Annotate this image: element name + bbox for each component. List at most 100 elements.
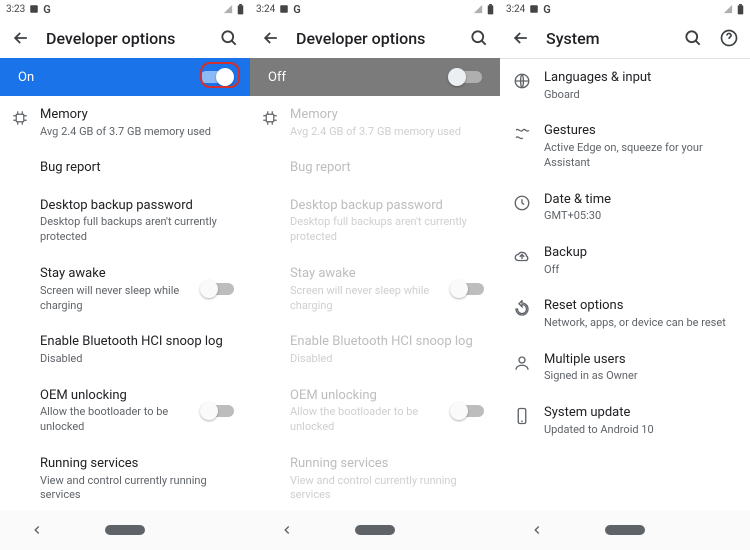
status-bar: 3:23 G	[0, 0, 250, 18]
nav-bar	[250, 510, 500, 550]
master-toggle-banner[interactable]: Off	[250, 58, 500, 96]
settings-item[interactable]: Multiple usersSigned in as Owner	[500, 341, 750, 394]
person-icon	[512, 353, 532, 373]
battery-icon	[237, 4, 244, 15]
page-title: Developer options	[296, 29, 454, 48]
page-title: System	[546, 29, 668, 48]
item-title: Memory	[290, 106, 484, 124]
settings-item[interactable]: MemoryAvg 2.4 GB of 3.7 GB memory used	[0, 96, 250, 149]
item-subtitle: View and control currently running servi…	[290, 474, 484, 504]
settings-list: MemoryAvg 2.4 GB of 3.7 GB memory used Bu…	[250, 96, 500, 510]
help-button[interactable]	[718, 27, 740, 49]
app-bar: Developer options	[0, 18, 250, 58]
search-button[interactable]	[218, 27, 240, 49]
settings-item[interactable]: MemoryAvg 2.4 GB of 3.7 GB memory used	[250, 96, 500, 149]
back-button[interactable]	[260, 27, 282, 49]
nav-bar-row	[0, 510, 750, 550]
master-toggle-label: On	[18, 70, 200, 85]
settings-item[interactable]: Enable Bluetooth HCI snoop logDisabled	[0, 323, 250, 376]
cloud-icon	[512, 246, 532, 266]
nav-back-icon[interactable]	[30, 523, 44, 537]
back-button[interactable]	[510, 27, 532, 49]
google-g-icon: G	[543, 3, 551, 16]
item-subtitle: Active Edge on, squeeze for your Assista…	[544, 141, 734, 171]
settings-list: Languages & inputGboardGesturesActive Ed…	[500, 59, 750, 448]
status-bar: 3:24 G	[250, 0, 500, 18]
settings-item[interactable]: OEM unlockingAllow the bootloader to be …	[250, 377, 500, 445]
settings-item[interactable]: Running servicesView and control current…	[250, 445, 500, 510]
settings-item[interactable]: Desktop backup passwordDesktop full back…	[0, 187, 250, 255]
picture-icon	[279, 4, 289, 14]
nav-back-icon[interactable]	[280, 523, 294, 537]
item-title: Desktop backup password	[290, 197, 484, 215]
settings-item[interactable]: Languages & inputGboard	[500, 59, 750, 112]
settings-item[interactable]: System updateUpdated to Android 10	[500, 394, 750, 447]
item-title: Bug report	[290, 159, 484, 177]
item-toggle-switch[interactable]	[202, 403, 234, 419]
item-title: Multiple users	[544, 351, 734, 369]
settings-item[interactable]: Bug report	[0, 149, 250, 187]
google-g-icon: G	[43, 3, 51, 16]
settings-item[interactable]: BackupOff	[500, 234, 750, 287]
settings-item[interactable]: GesturesActive Edge on, squeeze for your…	[500, 112, 750, 180]
panel-dev-on: 3:23 G Developer options On MemoryAvg 2.…	[0, 0, 250, 510]
item-title: OEM unlocking	[290, 387, 450, 405]
settings-item[interactable]: Stay awakeScreen will never sleep while …	[250, 255, 500, 323]
status-time: 3:24	[256, 4, 275, 15]
item-subtitle: Avg 2.4 GB of 3.7 GB memory used	[290, 125, 484, 140]
phone-icon	[512, 406, 532, 426]
settings-item[interactable]: Stay awakeScreen will never sleep while …	[0, 255, 250, 323]
reset-icon	[512, 299, 532, 319]
battery-icon	[487, 4, 494, 15]
settings-item[interactable]: Bug report	[250, 149, 500, 187]
item-subtitle: Disabled	[40, 352, 234, 367]
item-toggle-switch[interactable]	[202, 281, 234, 297]
item-title: Bug report	[40, 159, 234, 177]
memory-chip-icon	[10, 108, 30, 128]
item-subtitle: Screen will never sleep while charging	[40, 284, 200, 314]
item-title: Enable Bluetooth HCI snoop log	[40, 333, 234, 351]
item-title: Date & time	[544, 191, 734, 209]
gesture-icon	[512, 124, 532, 144]
item-subtitle: Avg 2.4 GB of 3.7 GB memory used	[40, 125, 234, 140]
picture-icon	[529, 4, 539, 14]
item-title: Reset options	[544, 297, 734, 315]
item-title: Stay awake	[40, 265, 200, 283]
nav-back-icon[interactable]	[530, 523, 544, 537]
settings-item[interactable]: OEM unlockingAllow the bootloader to be …	[0, 377, 250, 445]
item-subtitle: Gboard	[544, 88, 734, 103]
battery-icon	[737, 4, 744, 15]
master-toggle-banner[interactable]: On	[0, 58, 250, 96]
item-subtitle: Allow the bootloader to be unlocked	[40, 405, 200, 435]
google-g-icon: G	[293, 3, 301, 16]
nav-home-pill[interactable]	[605, 525, 645, 535]
globe-icon	[512, 71, 532, 91]
nav-home-pill[interactable]	[355, 525, 395, 535]
master-toggle-switch[interactable]	[450, 69, 482, 85]
item-title: Backup	[544, 244, 734, 262]
item-title: Memory	[40, 106, 234, 124]
search-button[interactable]	[468, 27, 490, 49]
settings-item[interactable]: Reset optionsNetwork, apps, or device ca…	[500, 287, 750, 340]
settings-item[interactable]: Date & timeGMT+05:30	[500, 181, 750, 234]
item-toggle-switch[interactable]	[452, 281, 484, 297]
item-subtitle: Disabled	[290, 352, 484, 367]
item-title: Languages & input	[544, 69, 734, 87]
settings-item[interactable]: Running servicesView and control current…	[0, 445, 250, 510]
master-toggle-switch[interactable]	[200, 69, 232, 85]
item-toggle-switch[interactable]	[452, 403, 484, 419]
nav-home-pill[interactable]	[105, 525, 145, 535]
status-bar: 3:24 G	[500, 0, 750, 18]
back-button[interactable]	[10, 27, 32, 49]
page-title: Developer options	[46, 29, 204, 48]
item-subtitle: Allow the bootloader to be unlocked	[290, 405, 450, 435]
settings-item[interactable]: Desktop backup passwordDesktop full back…	[250, 187, 500, 255]
item-title: System update	[544, 404, 734, 422]
panel-system: 3:24 G System Languages & inputGboardGes…	[500, 0, 750, 510]
item-title: Desktop backup password	[40, 197, 234, 215]
item-subtitle: Screen will never sleep while charging	[290, 284, 450, 314]
clock-icon	[512, 193, 532, 213]
search-button[interactable]	[682, 27, 704, 49]
settings-item[interactable]: Enable Bluetooth HCI snoop logDisabled	[250, 323, 500, 376]
item-subtitle: Signed in as Owner	[544, 369, 734, 384]
